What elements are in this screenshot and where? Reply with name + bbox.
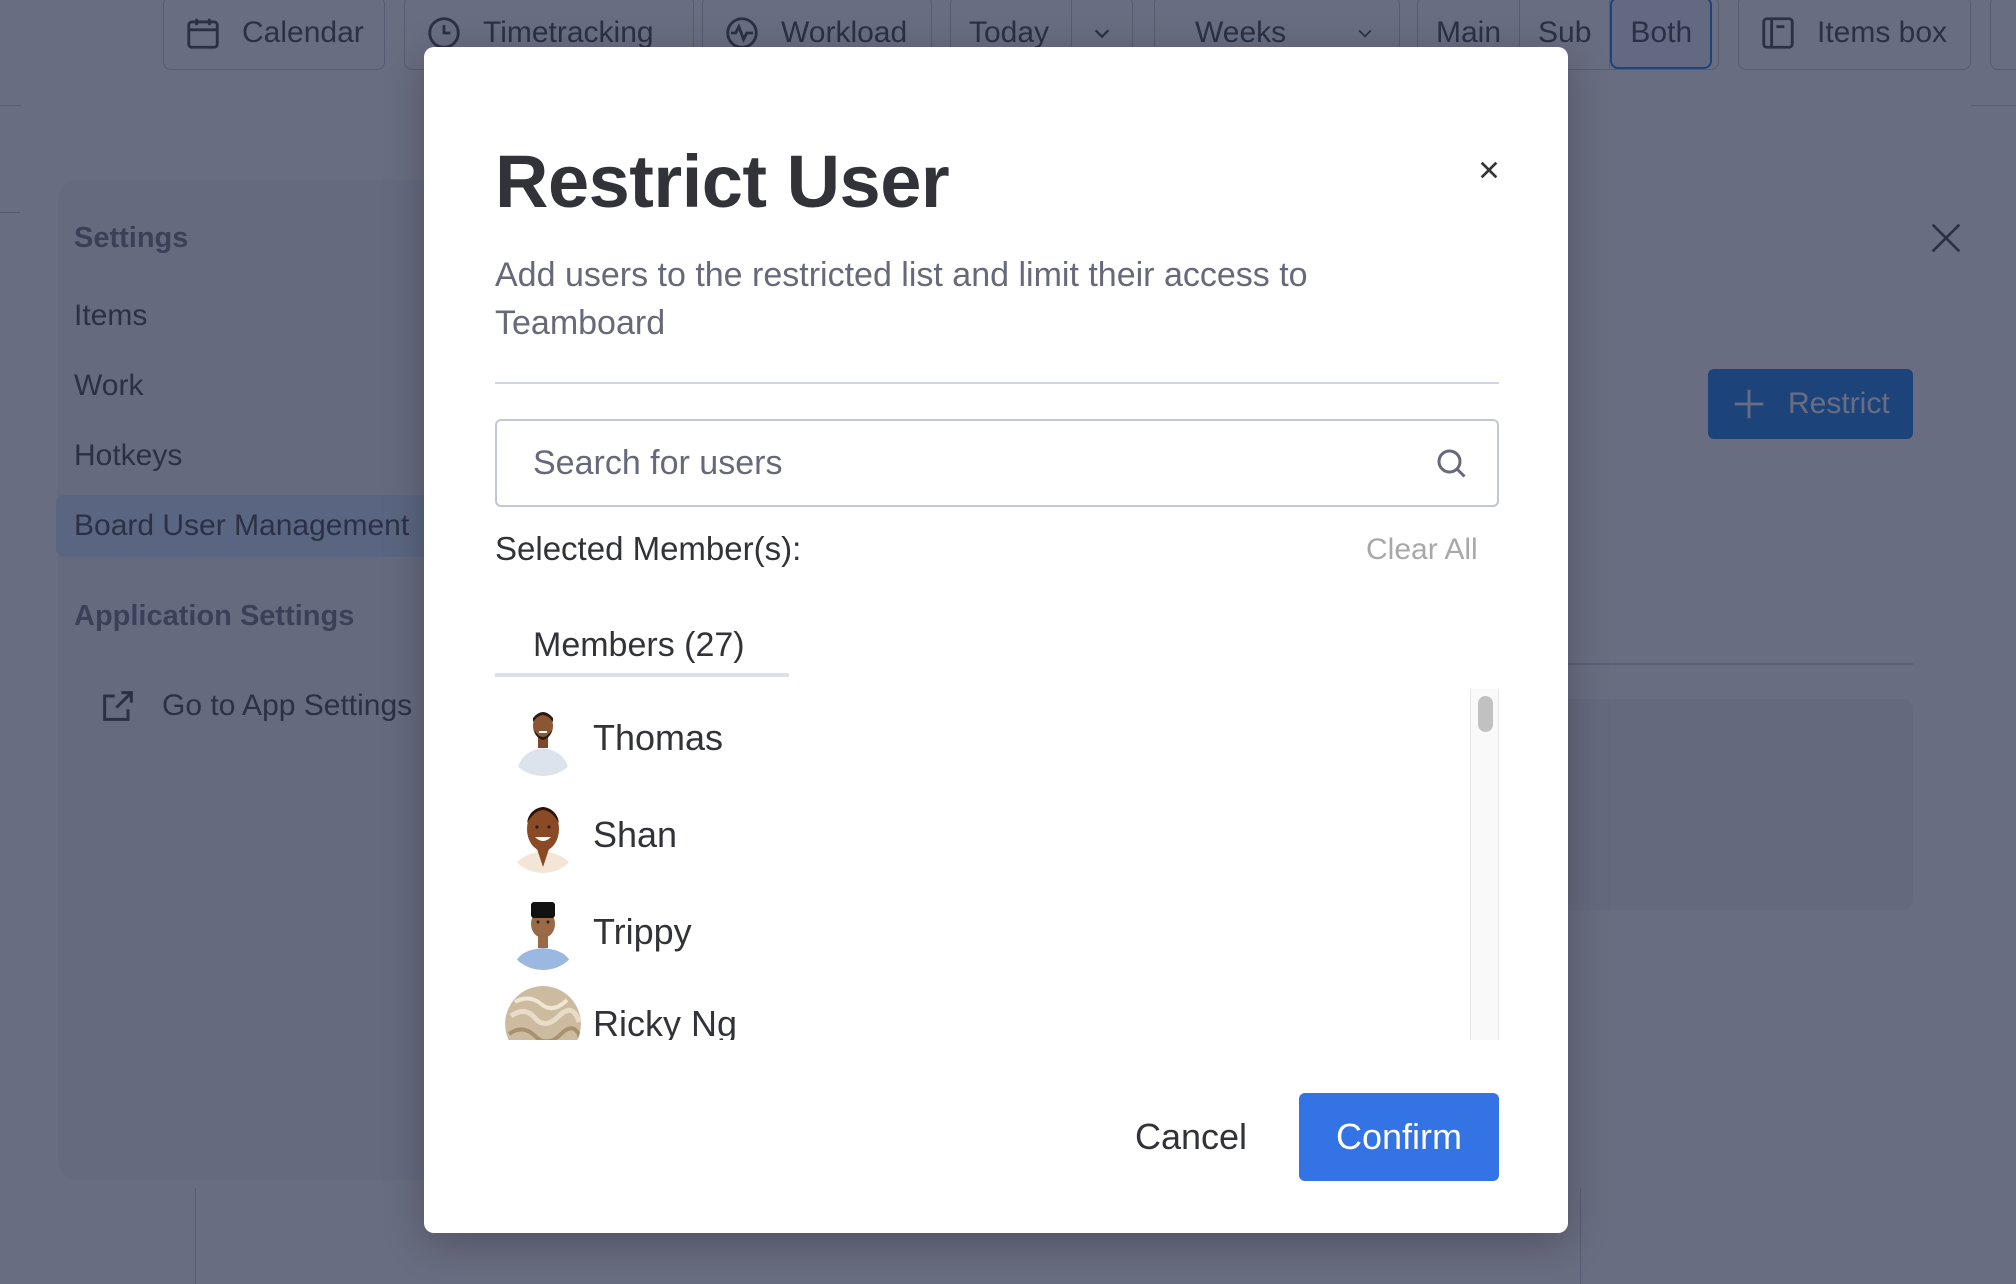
avatar-thomas-icon xyxy=(505,700,581,776)
avatar xyxy=(505,797,581,873)
dialog-close-button[interactable] xyxy=(1474,155,1504,185)
avatar xyxy=(505,986,581,1040)
member-name: Trippy xyxy=(593,911,692,952)
scrollbar-thumb[interactable] xyxy=(1478,696,1493,732)
avatar-ricky-ng-icon xyxy=(505,986,581,1040)
clear-all-button[interactable]: Clear All xyxy=(1366,533,1478,567)
avatar-trippy-icon xyxy=(505,894,581,970)
selected-members-label: Selected Member(s): xyxy=(495,530,802,567)
close-icon xyxy=(1480,161,1498,179)
dialog-title: Restrict User xyxy=(495,140,950,223)
member-list-item[interactable]: Ricky Ng xyxy=(495,979,737,1040)
user-search-input[interactable] xyxy=(533,443,1433,483)
user-search-field[interactable] xyxy=(495,419,1499,507)
search-icon xyxy=(1437,449,1466,478)
member-list-item[interactable]: Shan xyxy=(495,790,677,880)
member-name: Thomas xyxy=(593,717,724,758)
member-list-item[interactable]: Thomas xyxy=(495,693,723,783)
restrict-user-dialog: Restrict User Add users to the restricte… xyxy=(424,47,1568,1233)
dialog-divider xyxy=(495,382,1499,384)
avatar xyxy=(505,894,581,970)
cancel-button[interactable]: Cancel xyxy=(1121,1093,1261,1181)
confirm-button[interactable]: Confirm xyxy=(1299,1093,1499,1181)
avatar-shan-icon xyxy=(505,797,581,873)
member-list: Thomas Shan Trippy Ricky Ng xyxy=(495,689,1499,1040)
member-name: Ricky Ng xyxy=(593,1003,738,1040)
member-list-scrollbar[interactable] xyxy=(1470,689,1499,1040)
dialog-description: Add users to the restricted list and lim… xyxy=(495,256,1308,342)
members-tab[interactable]: Members (27) xyxy=(495,617,789,677)
member-name: Shan xyxy=(593,814,678,855)
member-list-item[interactable]: Trippy xyxy=(495,887,692,977)
avatar xyxy=(505,700,581,776)
